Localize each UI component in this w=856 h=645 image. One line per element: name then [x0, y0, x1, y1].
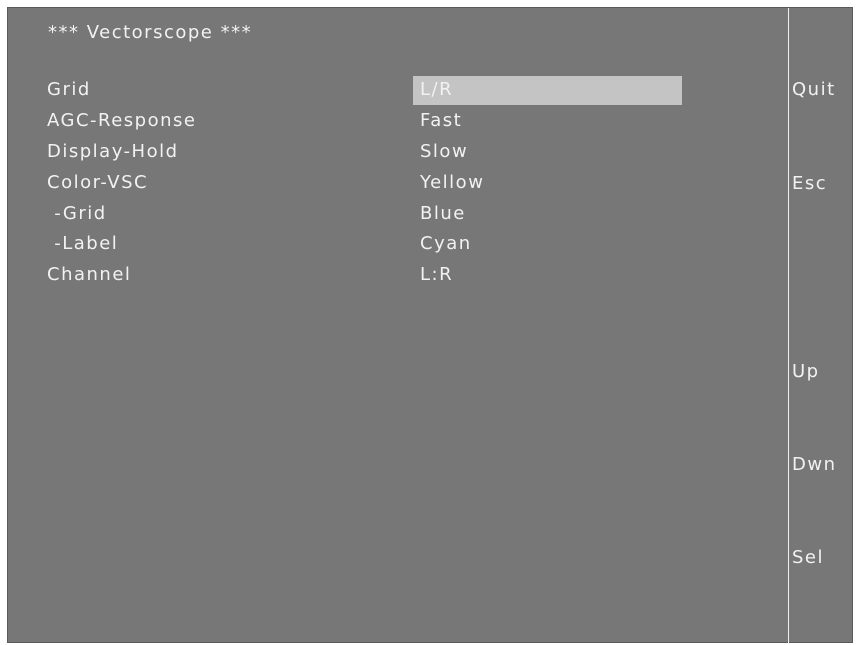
menu-row-color-label-label[interactable]: -Label [47, 233, 118, 255]
menu-row-display-hold-value[interactable]: Slow [420, 141, 468, 163]
vectorscope-menu-screen: *** Vectorscope *** Grid L/R AGC-Respons… [7, 7, 853, 644]
menu-row-grid-label[interactable]: Grid [47, 79, 91, 101]
menu-row-color-label-value[interactable]: Cyan [420, 233, 472, 255]
down-softkey[interactable]: Dwn [792, 454, 837, 476]
menu-row-color-vsc-label[interactable]: Color-VSC [47, 172, 148, 194]
menu-row-color-vsc-value[interactable]: Yellow [420, 172, 484, 194]
menu-row-color-grid-value[interactable]: Blue [420, 203, 466, 225]
menu-row-agc-response-value[interactable]: Fast [420, 110, 462, 132]
quit-softkey[interactable]: Quit [792, 79, 836, 101]
menu-row-channel-label[interactable]: Channel [47, 264, 131, 286]
select-softkey[interactable]: Sel [792, 547, 824, 569]
selection-highlight [413, 76, 682, 105]
esc-softkey[interactable]: Esc [792, 173, 827, 195]
menu-row-color-grid-label[interactable]: -Grid [47, 203, 107, 225]
menu-row-display-hold-label[interactable]: Display-Hold [47, 141, 179, 163]
menu-title: *** Vectorscope *** [48, 22, 253, 43]
menu-row-channel-value[interactable]: L:R [420, 264, 453, 286]
up-softkey[interactable]: Up [792, 361, 820, 383]
menu-row-grid-value[interactable]: L/R [420, 79, 453, 101]
menu-row-agc-response-label[interactable]: AGC-Response [47, 110, 196, 132]
softkey-divider [788, 8, 789, 644]
